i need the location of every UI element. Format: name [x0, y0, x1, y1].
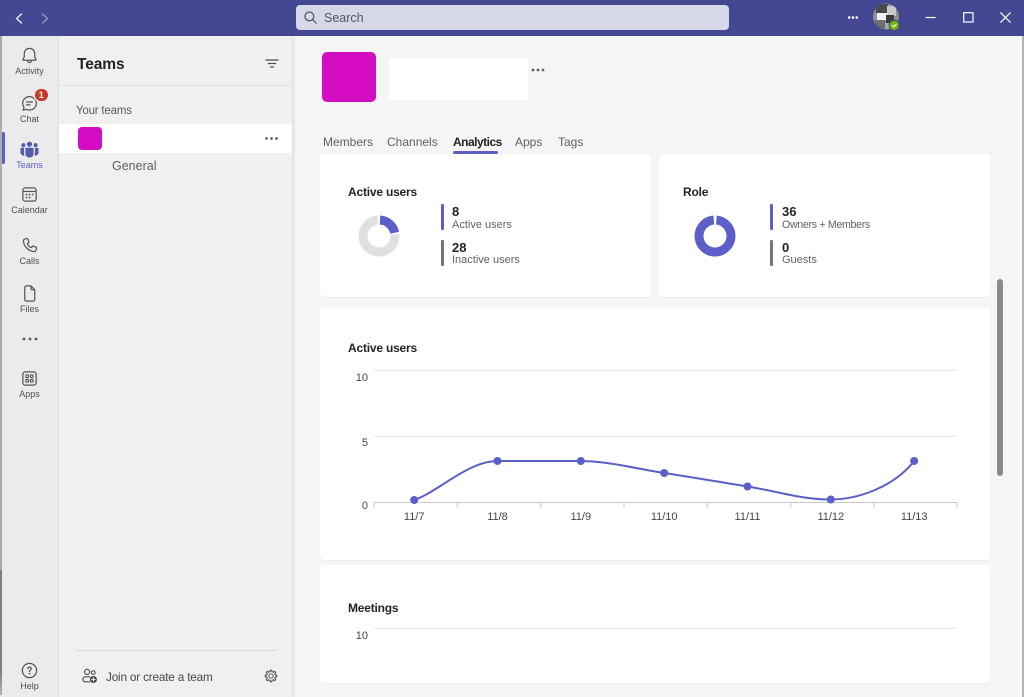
svg-text:11/12: 11/12 [817, 511, 844, 523]
svg-text:11/13: 11/13 [901, 511, 928, 523]
svg-text:11/8: 11/8 [487, 511, 508, 523]
svg-text:11/9: 11/9 [571, 511, 592, 523]
svg-text:11/7: 11/7 [404, 511, 425, 523]
svg-text:11/10: 11/10 [651, 511, 678, 523]
svg-text:0: 0 [362, 500, 368, 512]
svg-text:10: 10 [356, 630, 368, 642]
svg-text:5: 5 [362, 437, 368, 449]
svg-text:10: 10 [356, 372, 368, 384]
svg-text:11/11: 11/11 [735, 511, 761, 523]
